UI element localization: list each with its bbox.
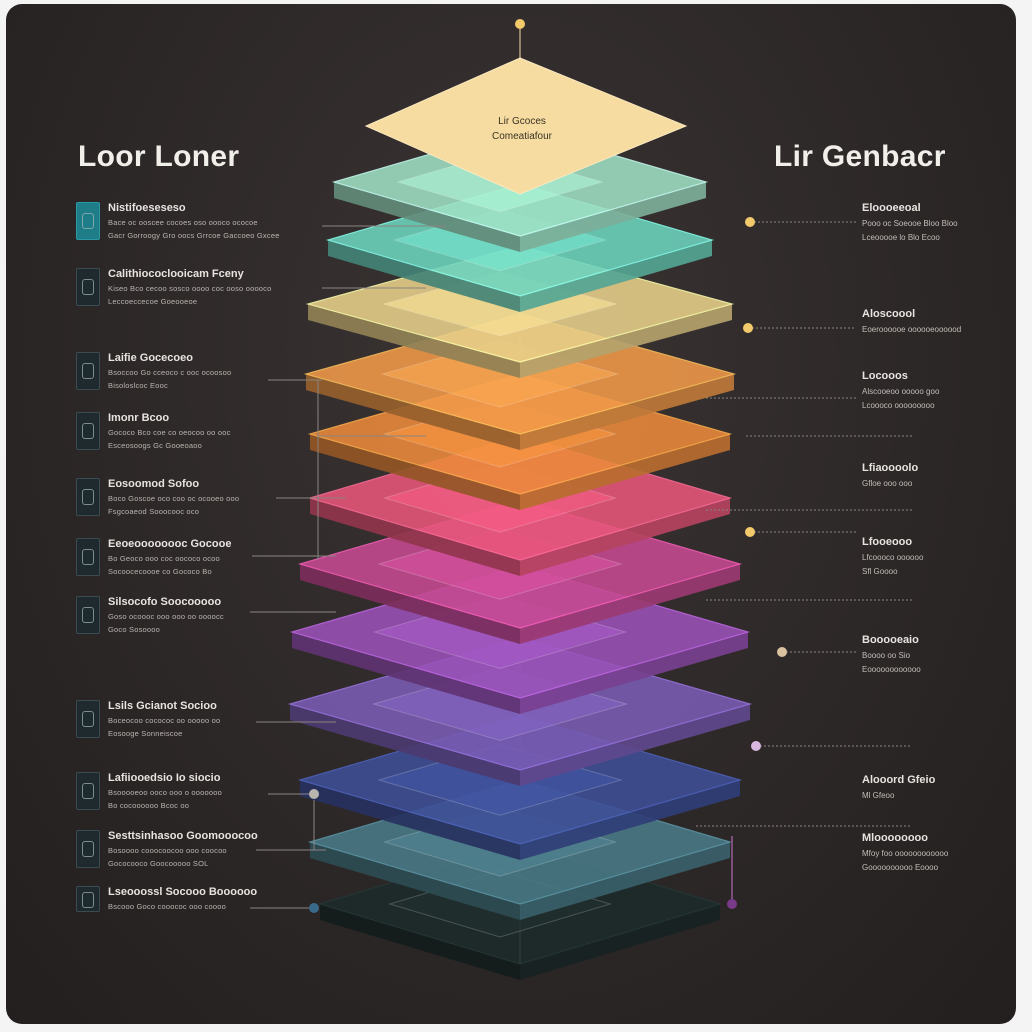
left-item-text: Gococo Bco coe co oeocoo oo ooc <box>108 428 231 437</box>
connector-dot <box>743 323 753 333</box>
connector-dot <box>727 899 737 909</box>
left-item-text: Fsgcoaeod Sooocooc oco <box>108 507 200 516</box>
right-item-text: Alscooeoo ooooo goo <box>862 387 940 396</box>
right-item-text: Sfl Goooo <box>862 567 898 576</box>
right-item-2: Aloscoool Eoeroooooe oooooeoooood <box>862 308 1012 334</box>
right-item-text: Pooo oc Soeooe Bloo Bloo <box>862 219 958 228</box>
connector-dot <box>309 789 319 799</box>
left-item-title: Eeoeoooooooc Gocooe <box>108 538 232 550</box>
right-item-text: Gfloe ooo ooo <box>862 479 913 488</box>
phone-icon <box>76 202 100 240</box>
right-item-title: Aloscoool <box>862 308 916 320</box>
right-item-text: Lceooooe lo Blo Ecoo <box>862 233 940 242</box>
bag-icon <box>76 478 100 516</box>
right-item-title: Booooeaio <box>862 634 919 646</box>
right-item-text: Eoooooooooooo <box>862 665 921 674</box>
right-item-text: Ml Gfeoo <box>862 791 895 800</box>
left-heading: Loor Loner <box>78 140 240 173</box>
right-item-text: Mfoy foo oooooooooooo <box>862 849 949 858</box>
left-item-text: Esceosoogs Gc Gooeoaoo <box>108 441 203 450</box>
top-pin-dot <box>515 19 525 29</box>
server-icon <box>76 352 100 390</box>
left-item-text: Goco Sosoooo <box>108 625 161 634</box>
left-item-text: Kiseo Bco cecoo sosco oooo coc ooso oooo… <box>108 284 272 293</box>
left-item-text: Leccoeccecoe Goeooeoe <box>108 297 198 306</box>
right-item-4: Lfiaoooolo Gfloe ooo ooo <box>862 462 1012 488</box>
right-item-6: Booooeaio Boooo oo Sio Eoooooooooooo <box>862 634 1012 674</box>
right-item-text: Boooo oo Sio <box>862 651 911 660</box>
right-item-7: Alooord Gfeio Ml Gfeoo <box>862 774 1012 800</box>
right-item-title: Alooord Gfeio <box>862 774 936 786</box>
left-item-title: Silsocofo Soocooooo <box>108 596 222 608</box>
left-item-text: Bo cocoooooo Bcoc oo <box>108 801 190 810</box>
left-item-text: Boco Goscoe oco coo oc ocooeo ooo <box>108 494 240 503</box>
left-item-text: Boceocoo cocococ oo ooooo oo <box>108 716 221 725</box>
right-item-5: Lfooeooo Lfcoooco oooooo Sfl Goooo <box>862 536 1012 576</box>
left-item-text: Bace oc ooscee cocoes oso oooco ococoe <box>108 218 258 227</box>
tools-icon <box>76 772 100 810</box>
top-layer-line2: Comeatiafour <box>491 131 553 142</box>
left-item-text: Gacr Gorroogy Gro oocs Grrcoe Gaccoeo Gx… <box>108 231 280 240</box>
connector-dot <box>745 217 755 227</box>
connector-dot <box>777 647 787 657</box>
right-item-text: Lcoooco ooooooooo <box>862 401 935 410</box>
left-item-text: Bisoloslcoc Eooc <box>108 381 168 390</box>
left-item-text: Eosooge Sonneiscoe <box>108 729 183 738</box>
left-item-title: Lafiiooedsio Io siocio <box>108 772 221 784</box>
connector-dot <box>309 903 319 913</box>
dish-icon <box>76 886 100 912</box>
left-item-text: Bscooo Goco cooococ ooo coooo <box>108 902 226 911</box>
connector-dot <box>745 527 755 537</box>
left-item-text: Bsoccoo Go cceoco c ooc ocoosoo <box>108 368 232 377</box>
right-item-title: Lfiaoooolo <box>862 462 919 474</box>
diagram-canvas: Loor Loner Lir Genbacr Lir Gcoces Comeat… <box>6 4 1016 1024</box>
right-item-3: Locooos Alscooeoo ooooo goo Lcoooco oooo… <box>862 370 1012 410</box>
right-item-8: Mloooooooo Mfoy foo oooooooooooo Goooooo… <box>862 832 1012 872</box>
right-item-text: Lfcoooco oooooo <box>862 553 924 562</box>
left-item-title: Calithiococlooicam Fceny <box>108 268 244 280</box>
right-item-text: Goooooooooo Eoooo <box>862 863 939 872</box>
top-layer-label: Lir Gcoces Comeatiafour <box>462 114 582 144</box>
left-item-text: Bosoooo cooocoocoo ooo coocoo <box>108 846 227 855</box>
left-item-text: Bo Geoco ooo coc oococo ocoo <box>108 554 220 563</box>
left-item-title: Sesttsinhasoo Goomooocoo <box>108 830 258 842</box>
right-item-title: Mloooooooo <box>862 832 928 844</box>
left-item-title: Imonr Bcoo <box>108 412 170 424</box>
right-item-text: Eoeroooooe oooooeoooood <box>862 325 962 334</box>
left-item-text: Gococooco Goocooooo SOL <box>108 859 209 868</box>
left-item-text: Goso ocoooc ooo ooo oo oooocc <box>108 612 224 621</box>
left-item-text: Bsooooeoo ooco ooo o ooooooo <box>108 788 223 797</box>
left-item-title: Lseooossl Socooo Boooooo <box>108 886 258 898</box>
left-item-title: Laifie Gocecoeo <box>108 352 193 364</box>
right-item-title: Lfooeooo <box>862 536 913 548</box>
left-item-title: Lsils Gcianot Socioo <box>108 700 217 712</box>
right-item-title: Locooos <box>862 370 908 382</box>
right-heading: Lir Genbacr <box>774 140 946 173</box>
gear-icon <box>76 538 100 576</box>
connector-dot <box>751 741 761 751</box>
left-item-text: Socoocecoooe co Gococo Bo <box>108 567 212 576</box>
box-icon <box>76 830 100 868</box>
right-item-1: Eloooeeoal Pooo oc Soeooe Bloo Bloo Lceo… <box>862 202 1012 242</box>
chip-icon <box>76 268 100 306</box>
left-item-title: Nistifoeseseso <box>108 202 186 214</box>
top-layer-line1: Lir Gcoces <box>498 116 546 127</box>
lock-icon <box>76 412 100 450</box>
user-icon <box>76 596 100 634</box>
card-icon <box>76 700 100 738</box>
right-item-title: Eloooeeoal <box>862 202 921 214</box>
left-item-title: Eosoomod Sofoo <box>108 478 200 490</box>
